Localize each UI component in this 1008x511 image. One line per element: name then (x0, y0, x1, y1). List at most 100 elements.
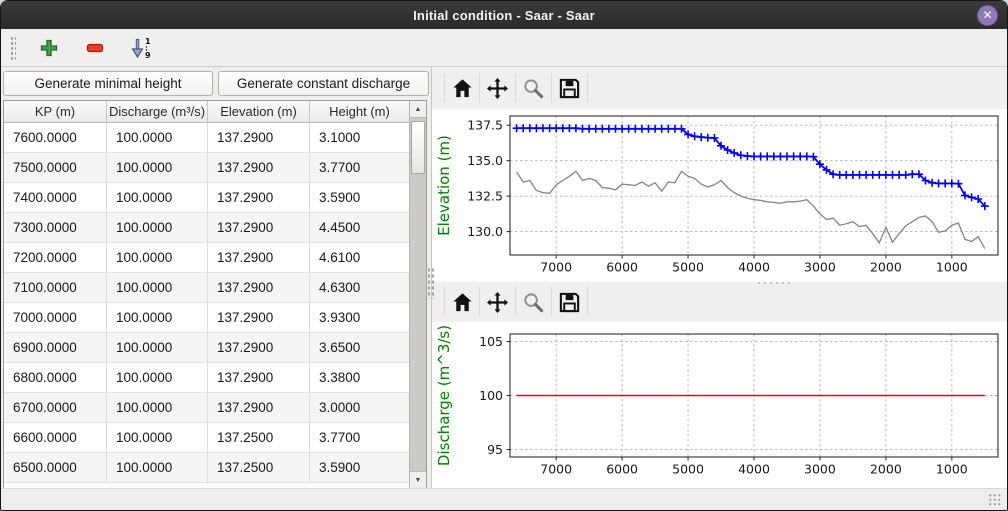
table-cell[interactable]: 100.0000 (107, 453, 208, 483)
table-scrollbar[interactable]: ▲ ▼ (409, 101, 426, 488)
plot-zoom-button[interactable] (516, 287, 552, 317)
pan-move-icon (486, 77, 509, 100)
sort-button[interactable]: 1 9 (128, 35, 154, 61)
table-cell[interactable]: 3.5900 (310, 453, 410, 483)
column-header-elevation[interactable]: Elevation (m) (208, 101, 310, 123)
close-icon: ✕ (982, 8, 992, 22)
table-row[interactable]: 7400.0000100.0000137.29003.5900 (4, 183, 426, 213)
table-cell[interactable]: 3.9300 (310, 303, 410, 333)
table-cell[interactable]: 100.0000 (107, 153, 208, 183)
initial-condition-table: KP (m) Discharge (m³/s) Elevation (m) He… (3, 100, 427, 489)
table-cell[interactable]: 100.0000 (107, 243, 208, 273)
table-row[interactable]: 6700.0000100.0000137.29003.0000 (4, 393, 426, 423)
svg-text:3000: 3000 (804, 462, 836, 477)
scroll-up-button[interactable]: ▲ (410, 101, 426, 118)
table-cell[interactable]: 6500.0000 (4, 453, 107, 483)
close-button[interactable]: ✕ (977, 5, 998, 26)
table-cell[interactable]: 7200.0000 (4, 243, 107, 273)
table-row[interactable]: 6600.0000100.0000137.25003.7700 (4, 423, 426, 453)
column-header-height[interactable]: Height (m) (310, 101, 410, 123)
table-cell[interactable]: 4.6100 (310, 243, 410, 273)
table-cell[interactable]: 100.0000 (107, 333, 208, 363)
scroll-down-button[interactable]: ▼ (410, 471, 426, 488)
scrollbar-thumb[interactable] (411, 121, 425, 174)
table-cell[interactable]: 137.2900 (208, 273, 310, 303)
svg-text:132.5: 132.5 (467, 189, 503, 204)
table-cell[interactable]: 100.0000 (107, 273, 208, 303)
table-cell[interactable]: 6800.0000 (4, 363, 107, 393)
table-cell[interactable]: 7300.0000 (4, 213, 107, 243)
discharge-chart[interactable]: 700060005000400030002000100095100105Disc… (432, 322, 1008, 489)
table-cell[interactable]: 137.2500 (208, 423, 310, 453)
table-cell[interactable]: 100.0000 (107, 183, 208, 213)
title-bar[interactable]: Initial condition - Saar - Saar ✕ (1, 1, 1007, 29)
table-cell[interactable]: 7500.0000 (4, 153, 107, 183)
table-row[interactable]: 7500.0000100.0000137.29003.7700 (4, 153, 426, 183)
table-cell[interactable]: 100.0000 (107, 303, 208, 333)
table-cell[interactable]: 7100.0000 (4, 273, 107, 303)
table-cell[interactable]: 137.2900 (208, 393, 310, 423)
table-cell[interactable]: 7000.0000 (4, 303, 107, 333)
pan-move-icon (486, 291, 509, 314)
remove-row-button[interactable] (82, 35, 108, 61)
table-cell[interactable]: 137.2900 (208, 363, 310, 393)
plot-home-button[interactable] (444, 287, 480, 317)
table-cell[interactable]: 100.0000 (107, 423, 208, 453)
table-cell[interactable]: 137.2900 (208, 183, 310, 213)
table-cell[interactable]: 100.0000 (107, 363, 208, 393)
generate-minimal-height-button[interactable]: Generate minimal height (3, 71, 213, 96)
table-cell[interactable]: 3.0000 (310, 393, 410, 423)
svg-text:5000: 5000 (672, 462, 704, 477)
table-cell[interactable]: 137.2900 (208, 153, 310, 183)
elevation-plot-toolbar (432, 67, 1007, 109)
plot-pan-button[interactable] (480, 73, 516, 103)
table-cell[interactable]: 137.2900 (208, 303, 310, 333)
table-cell[interactable]: 3.7700 (310, 153, 410, 183)
table-cell[interactable]: 100.0000 (107, 393, 208, 423)
plot-save-button[interactable] (552, 287, 588, 317)
table-cell[interactable]: 3.7700 (310, 423, 410, 453)
table-cell[interactable]: 100.0000 (107, 213, 208, 243)
home-icon (451, 291, 474, 314)
table-row[interactable]: 7200.0000100.0000137.29004.6100 (4, 243, 426, 273)
table-cell[interactable]: 3.5900 (310, 183, 410, 213)
elevation-chart[interactable]: 7000600050004000300020001000130.0132.513… (432, 109, 1008, 282)
table-row[interactable]: 6900.0000100.0000137.29003.6500 (4, 333, 426, 363)
discharge-plot-toolbar (432, 282, 1007, 322)
table-cell[interactable]: 6600.0000 (4, 423, 107, 453)
table-cell[interactable]: 137.2900 (208, 243, 310, 273)
table-row[interactable]: 6800.0000100.0000137.29003.3800 (4, 363, 426, 393)
table-cell[interactable]: 100.0000 (107, 123, 208, 153)
plot-save-button[interactable] (552, 73, 588, 103)
table-row[interactable]: 7100.0000100.0000137.29004.6300 (4, 273, 426, 303)
table-cell[interactable]: 3.3800 (310, 363, 410, 393)
column-header-discharge[interactable]: Discharge (m³/s) (107, 101, 208, 123)
add-row-button[interactable] (36, 35, 62, 61)
table-cell[interactable]: 3.1000 (310, 123, 410, 153)
column-header-kp[interactable]: KP (m) (4, 101, 107, 123)
table-cell[interactable]: 4.6300 (310, 273, 410, 303)
table-row[interactable]: 7000.0000100.0000137.29003.9300 (4, 303, 426, 333)
table-cell[interactable]: 7400.0000 (4, 183, 107, 213)
plot-pan-button[interactable] (480, 287, 516, 317)
vertical-splitter-handle[interactable] (427, 267, 434, 299)
table-row[interactable]: 7300.0000100.0000137.29004.4500 (4, 213, 426, 243)
table-cell[interactable]: 137.2900 (208, 333, 310, 363)
table-cell[interactable]: 6700.0000 (4, 393, 107, 423)
table-cell[interactable]: 137.2900 (208, 213, 310, 243)
table-cell[interactable]: 4.4500 (310, 213, 410, 243)
generate-constant-discharge-button[interactable]: Generate constant discharge (218, 71, 429, 96)
table-cell[interactable]: 7600.0000 (4, 123, 107, 153)
plot-zoom-button[interactable] (516, 73, 552, 103)
table-cell[interactable]: 137.2900 (208, 123, 310, 153)
table-cell[interactable]: 3.6500 (310, 333, 410, 363)
toolbar-drag-handle[interactable] (9, 35, 16, 61)
table-cell[interactable]: 137.2500 (208, 453, 310, 483)
table-cell[interactable]: 6900.0000 (4, 333, 107, 363)
plot-home-button[interactable] (444, 73, 480, 103)
horizontal-splitter-handle[interactable] (756, 281, 794, 286)
app-window: Initial condition - Saar - Saar ✕ 1 9 (0, 0, 1008, 511)
table-row[interactable]: 6500.0000100.0000137.25003.5900 (4, 453, 426, 483)
resize-grip[interactable] (988, 493, 1002, 506)
table-row[interactable]: 7600.0000100.0000137.29003.1000 (4, 123, 426, 153)
